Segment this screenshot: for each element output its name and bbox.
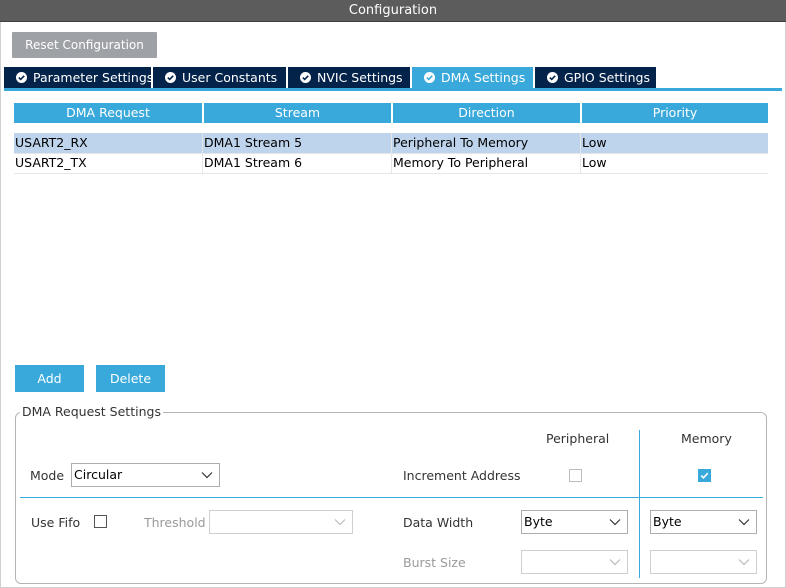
table-row[interactable]: USART2_TX DMA1 Stream 6 Memory To Periph… bbox=[14, 153, 768, 173]
chevron-down-icon bbox=[201, 472, 213, 479]
check-circle-icon bbox=[547, 72, 558, 83]
increment-address-label: Increment Address bbox=[403, 468, 521, 483]
increment-peripheral-checkbox[interactable] bbox=[569, 469, 582, 482]
tab-gpio-settings[interactable]: GPIO Settings bbox=[535, 67, 656, 88]
checkmark-icon bbox=[700, 472, 709, 479]
tab-parameter-settings[interactable]: Parameter Settings bbox=[4, 67, 154, 88]
group-title: DMA Request Settings bbox=[20, 404, 163, 419]
check-circle-icon bbox=[16, 72, 27, 83]
cell-dma-request: USART2_RX bbox=[14, 133, 203, 153]
tab-underline bbox=[4, 88, 782, 91]
cell-direction: Peripheral To Memory bbox=[392, 133, 581, 153]
tab-bar: Parameter Settings User Constants NVIC S… bbox=[4, 67, 782, 90]
column-header-direction[interactable]: Direction bbox=[393, 103, 580, 123]
chevron-down-icon bbox=[609, 559, 621, 566]
chevron-down-icon bbox=[738, 559, 750, 566]
cell-dma-request: USART2_TX bbox=[14, 153, 203, 173]
delete-button[interactable]: Delete bbox=[96, 365, 165, 392]
check-circle-icon bbox=[300, 72, 311, 83]
chevron-down-icon bbox=[334, 519, 346, 526]
reset-configuration-button[interactable]: Reset Configuration bbox=[12, 32, 157, 58]
tab-label: Parameter Settings bbox=[33, 70, 154, 85]
tab-label: NVIC Settings bbox=[317, 70, 403, 85]
threshold-select[interactable] bbox=[209, 510, 353, 534]
increment-memory-checkbox[interactable] bbox=[698, 469, 711, 482]
burst-size-label: Burst Size bbox=[403, 555, 466, 570]
add-button[interactable]: Add bbox=[15, 365, 84, 392]
data-width-peripheral-select[interactable]: Byte bbox=[521, 510, 628, 534]
mode-label: Mode bbox=[30, 468, 65, 483]
column-divider bbox=[639, 430, 640, 578]
mode-value: Circular bbox=[74, 467, 123, 482]
column-header-priority[interactable]: Priority bbox=[582, 103, 768, 123]
use-fifo-checkbox[interactable] bbox=[94, 515, 107, 528]
tab-label: DMA Settings bbox=[441, 70, 526, 85]
chevron-down-icon bbox=[609, 519, 621, 526]
tab-nvic-settings[interactable]: NVIC Settings bbox=[288, 67, 410, 88]
chevron-down-icon bbox=[738, 519, 750, 526]
data-width-label: Data Width bbox=[403, 515, 474, 530]
cell-priority: Low bbox=[582, 135, 607, 150]
tab-dma-settings[interactable]: DMA Settings bbox=[412, 67, 533, 89]
tab-user-constants[interactable]: User Constants bbox=[153, 67, 286, 88]
row-divider bbox=[14, 173, 768, 174]
tab-label: User Constants bbox=[182, 70, 278, 85]
window-title: Configuration bbox=[0, 0, 786, 22]
cell-stream: DMA1 Stream 5 bbox=[203, 133, 392, 153]
peripheral-header: Peripheral bbox=[546, 431, 610, 446]
threshold-label: Threshold bbox=[144, 515, 206, 530]
data-width-peripheral-value: Byte bbox=[524, 514, 553, 529]
memory-header: Memory bbox=[681, 431, 732, 446]
data-width-memory-select[interactable]: Byte bbox=[650, 510, 757, 534]
tab-label: GPIO Settings bbox=[564, 70, 650, 85]
check-circle-icon bbox=[165, 72, 176, 83]
data-width-memory-value: Byte bbox=[653, 514, 682, 529]
mode-select[interactable]: Circular bbox=[71, 463, 220, 487]
use-fifo-label: Use Fifo bbox=[31, 515, 81, 530]
cell-direction: Memory To Peripheral bbox=[392, 153, 581, 173]
cell-priority: Low bbox=[582, 155, 607, 170]
burst-size-peripheral-select[interactable] bbox=[521, 550, 628, 574]
section-divider bbox=[20, 497, 763, 498]
check-circle-icon bbox=[424, 72, 435, 83]
column-header-stream[interactable]: Stream bbox=[204, 103, 391, 123]
cell-stream: DMA1 Stream 6 bbox=[203, 153, 392, 173]
column-header-dma-request[interactable]: DMA Request bbox=[14, 103, 202, 123]
table-row[interactable]: USART2_RX DMA1 Stream 5 Peripheral To Me… bbox=[14, 133, 768, 153]
burst-size-memory-select[interactable] bbox=[650, 550, 757, 574]
